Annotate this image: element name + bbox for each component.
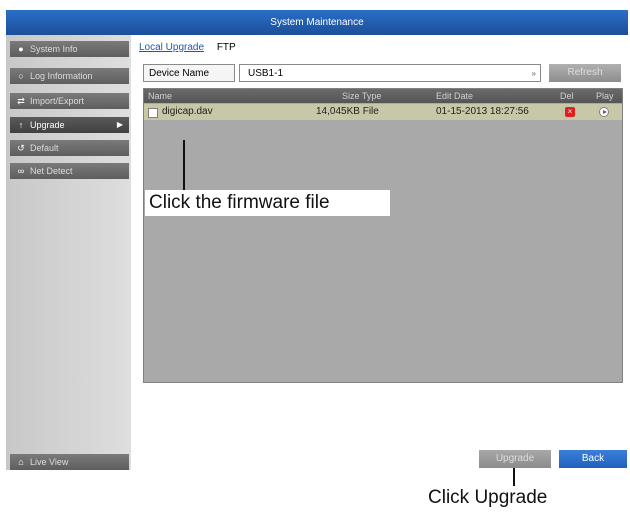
col-del: Del	[560, 91, 574, 101]
device-select-value: USB1-1	[248, 68, 284, 79]
sidebar-item-label: Default	[30, 143, 59, 153]
info-icon: ●	[18, 44, 24, 54]
callout-click-upgrade: Click Upgrade	[428, 487, 548, 508]
sidebar-item-default[interactable]: ↺ Default	[10, 140, 129, 156]
device-select[interactable]: USB1-1 »	[239, 64, 541, 82]
col-name: Name	[148, 91, 173, 101]
tab-local-upgrade[interactable]: Local Upgrade	[139, 40, 204, 56]
live-view-button[interactable]: ⌂ Live View	[10, 454, 129, 470]
delete-icon[interactable]: ×	[565, 107, 575, 117]
sidebar-item-upgrade[interactable]: ↑ Upgrade ▶	[10, 117, 129, 133]
sidebar-item-net-detect[interactable]: ∞ Net Detect	[10, 163, 129, 179]
callout-click-firmware-file: Click the firmware file	[145, 190, 390, 216]
file-icon	[148, 108, 158, 118]
sidebar-item-label: Upgrade	[30, 120, 65, 130]
upgrade-icon: ↑	[18, 120, 24, 130]
device-row: Device Name USB1-1 » Refresh	[143, 64, 623, 84]
sidebar-item-system-info[interactable]: ● System Info	[10, 41, 129, 57]
window-title: System Maintenance	[6, 10, 628, 35]
tab-bar: Local Upgrade FTP	[139, 40, 246, 56]
file-edit-date: 01-15-2013 18:27:56	[436, 106, 529, 117]
play-icon[interactable]	[599, 107, 609, 117]
live-view-label: Live View	[30, 457, 69, 467]
default-icon: ↺	[17, 143, 25, 153]
upgrade-button[interactable]: Upgrade	[479, 450, 551, 468]
file-table: Name Size Type Edit Date Del Play digica…	[143, 88, 623, 383]
file-size-type: 14,045KB File	[316, 106, 379, 117]
back-button[interactable]: Back	[559, 450, 627, 468]
chevron-right-icon: ▶	[116, 120, 123, 129]
sidebar-item-import-export[interactable]: ⇄ Import/Export	[10, 93, 129, 109]
home-icon: ⌂	[18, 457, 24, 467]
sidebar-item-label: System Info	[30, 44, 78, 54]
table-header: Name Size Type Edit Date Del Play	[144, 89, 622, 103]
search-icon: ○	[18, 71, 24, 81]
tab-ftp[interactable]: FTP	[217, 40, 236, 56]
table-row[interactable]: digicap.dav 14,045KB File 01-15-2013 18:…	[144, 104, 622, 120]
col-size-type: Size Type	[342, 91, 382, 101]
system-maintenance-window: System Maintenance ● System Info ○ Log I…	[0, 0, 630, 470]
sidebar-item-label: Log Information	[30, 71, 93, 81]
sidebar-item-log-information[interactable]: ○ Log Information	[10, 68, 129, 84]
sidebar-item-label: Import/Export	[30, 96, 85, 106]
refresh-button[interactable]: Refresh	[549, 64, 621, 82]
file-name: digicap.dav	[162, 106, 213, 117]
col-play: Play	[596, 91, 614, 101]
callout-line-file	[183, 140, 185, 190]
sidebar-item-label: Net Detect	[30, 166, 73, 176]
col-edit-date: Edit Date	[436, 91, 474, 101]
callout-line-upgrade	[513, 468, 515, 486]
network-icon: ∞	[17, 166, 25, 176]
sidebar: ● System Info ○ Log Information ⇄ Import…	[6, 35, 131, 470]
chevron-down-icon: »	[531, 69, 536, 78]
device-name-label: Device Name	[143, 64, 235, 82]
arrows-icon: ⇄	[17, 96, 25, 106]
main-panel: Local Upgrade FTP Device Name USB1-1 » R…	[131, 35, 628, 470]
